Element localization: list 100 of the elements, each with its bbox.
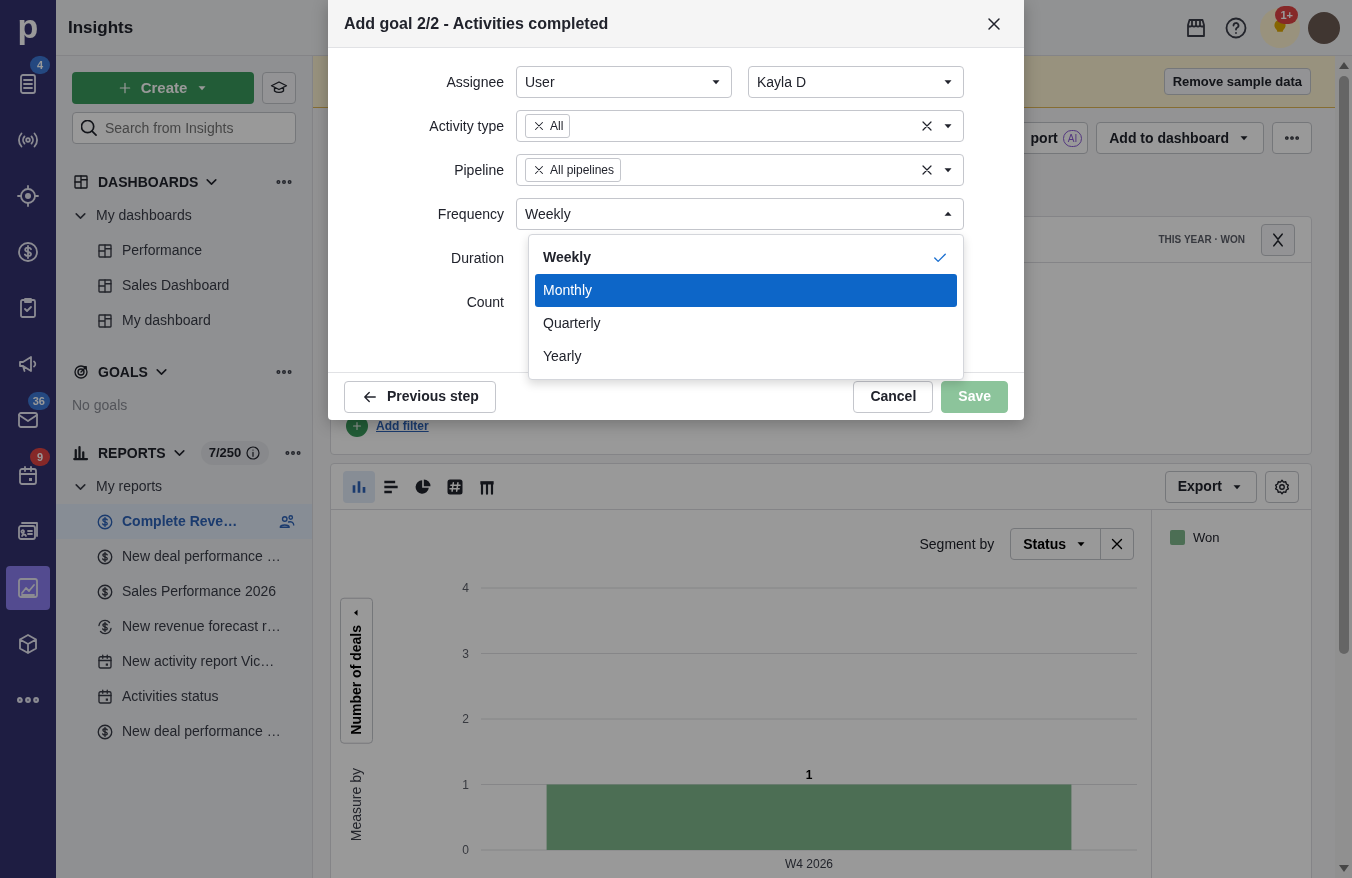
report-name: Sales Performance 2026 [122, 582, 277, 601]
empty-state: No goals [72, 396, 129, 415]
target-icon [16, 184, 40, 208]
select-field[interactable]: Weekly [516, 198, 964, 230]
segment-dropdown[interactable]: Status [1011, 529, 1100, 559]
help-icon [1224, 15, 1248, 40]
academy-button[interactable] [262, 72, 296, 104]
field-label: Frequency [436, 205, 505, 224]
more-icon [276, 370, 292, 374]
report-link[interactable]: Activities status [72, 679, 296, 714]
count-badge: 4 [30, 56, 50, 74]
dropdown-option[interactable]: Weekly [535, 241, 957, 274]
field-label: Count [465, 293, 505, 312]
multiselect-field[interactable]: All [516, 110, 964, 142]
measure-button[interactable]: Number of deals [339, 598, 373, 744]
more-button[interactable] [1272, 122, 1312, 154]
select-field[interactable]: Kayla D [748, 66, 964, 98]
dropdown-option[interactable]: Quarterly [535, 307, 957, 340]
dashboard-grid-icon [96, 276, 114, 295]
bar-chart-icon [72, 444, 90, 462]
tag[interactable]: All pipelines [525, 158, 622, 182]
filter-summary: THIS YEAR · WON [1158, 233, 1245, 247]
select-value: User [525, 72, 555, 92]
chevron-icon [74, 483, 86, 490]
more-icon [276, 180, 292, 184]
section-title[interactable]: DASHBOARDS [98, 171, 199, 193]
cube-icon [16, 632, 40, 656]
folder-label[interactable]: My reports [96, 476, 163, 497]
dashboard-link[interactable]: My dashboard [122, 310, 211, 331]
field-label: Pipeline [453, 161, 505, 180]
multiselect-field[interactable]: All pipelines [516, 154, 964, 186]
target-icon [72, 363, 90, 381]
scroll-up-icon[interactable] [1337, 60, 1350, 70]
more-icon [1285, 136, 1299, 140]
previous-step-button[interactable]: Previous step [344, 380, 496, 413]
app-logo[interactable]: p [17, 0, 39, 56]
report-name: Complete Reve… [122, 512, 238, 531]
report-link[interactable]: New revenue forecast r… [72, 609, 296, 644]
avatar-placeholder[interactable] [1308, 11, 1340, 44]
calendar-icon [96, 687, 114, 706]
segment-label: Segment by [919, 534, 995, 554]
tag-label: All pipelines [550, 162, 615, 179]
settings-button[interactable] [1265, 470, 1299, 503]
settings-icon [1273, 477, 1291, 496]
add-to-dashboard-button[interactable]: Add to dashboard [1096, 122, 1264, 154]
dropdown-option[interactable]: Monthly [535, 274, 957, 307]
report-link[interactable]: Sales Performance 2026 [72, 574, 296, 609]
chevron-icon [206, 179, 218, 185]
report-link[interactable]: Complete Reve… [56, 504, 312, 539]
calendar-icon [16, 464, 40, 488]
select-value: Kayla D [757, 72, 807, 92]
field-label: Assignee [445, 73, 505, 92]
chevron-icon [173, 450, 185, 456]
tag[interactable]: All [525, 114, 571, 138]
axis-tick-label: 3 [462, 646, 469, 661]
more-icon [285, 451, 302, 455]
count-text: 7/250 [208, 444, 242, 463]
report-link[interactable]: New deal performance … [72, 714, 296, 749]
folder-label[interactable]: My dashboards [96, 205, 192, 226]
info-icon [245, 445, 262, 461]
forecast-icon [96, 617, 114, 636]
search-field[interactable]: Search from Insights [72, 112, 296, 144]
report-name: New activity report Vic… [122, 652, 275, 671]
dialog-title: Add goal 2/2 - Activities completed [344, 13, 609, 34]
legend-label: Won [1193, 529, 1220, 547]
report-name: New deal performance … [122, 722, 281, 741]
dashboard-grid-icon [96, 241, 114, 260]
export-button[interactable]: Export [1164, 470, 1257, 503]
dollar-icon [96, 547, 114, 566]
section-title[interactable]: GOALS [98, 361, 148, 383]
add-filter-link[interactable]: Add filter [376, 417, 429, 435]
collapse-button[interactable] [1261, 223, 1295, 256]
remove-sample-button[interactable]: Remove sample data [1163, 67, 1311, 96]
chart-type-button[interactable] [343, 470, 375, 503]
cancel-button[interactable]: Cancel [853, 380, 934, 413]
remove-tag-icon [532, 163, 546, 177]
axis-tick-label: 1 [462, 777, 469, 792]
dashboard-grid-icon [72, 173, 90, 191]
button-label: port [1030, 128, 1058, 148]
dashboard-link[interactable]: Performance [122, 240, 203, 261]
tag-label: All [550, 118, 564, 135]
select-field[interactable]: User [516, 66, 732, 98]
remove-tag-icon [532, 119, 546, 133]
notification-badge: 1+ [1275, 5, 1298, 24]
scrollbar-thumb[interactable] [1338, 76, 1349, 654]
section-title[interactable]: REPORTS [98, 442, 166, 464]
scroll-down-icon[interactable] [1337, 864, 1350, 874]
measure-label: Measure by [346, 767, 365, 841]
dropdown-option[interactable]: Yearly [535, 340, 957, 373]
chevron-icon [155, 369, 167, 375]
report-name: New deal performance … [122, 547, 281, 566]
report-link[interactable]: New activity report Vic… [72, 644, 296, 679]
more-icon [17, 697, 39, 703]
dashboard-link[interactable]: Sales Dashboard [122, 275, 230, 296]
count-badge: 9 [30, 448, 50, 466]
report-link[interactable]: New deal performance … [72, 539, 296, 574]
report-name: Activities status [122, 687, 219, 706]
data-label: 1 [805, 767, 813, 782]
field-label: Activity type [428, 117, 505, 136]
segment-select[interactable]: Status [1010, 528, 1134, 560]
